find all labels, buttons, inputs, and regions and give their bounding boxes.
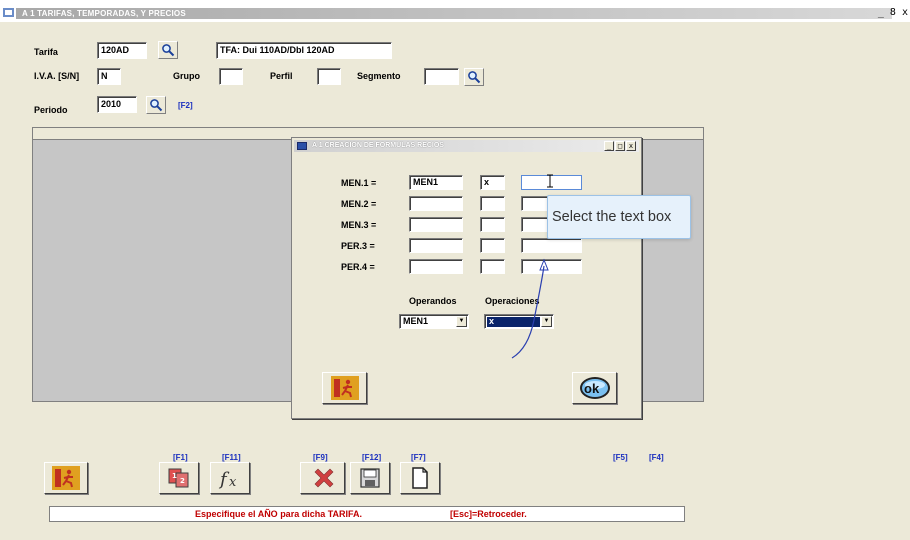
exit-icon bbox=[330, 376, 359, 400]
men2-operand1-input[interactable] bbox=[409, 196, 463, 211]
status-hint: [Esc]=Retroceder. bbox=[450, 509, 527, 519]
grupo-label: Grupo bbox=[173, 71, 200, 81]
iva-label: I.V.A. [S/N] bbox=[34, 71, 80, 81]
periodo-label: Periodo bbox=[34, 105, 68, 115]
dialog-titlebar: A 1 CREACION DE FORMULAS RECIOS _ □ x bbox=[294, 140, 639, 152]
operandos-selected: MEN1 bbox=[403, 316, 429, 326]
search-icon bbox=[162, 44, 175, 57]
status-message: Especifique el AÑO para dicha TARIFA. bbox=[195, 509, 363, 519]
exit-icon bbox=[52, 466, 80, 490]
row-label-men2: MEN.2 = bbox=[341, 199, 377, 209]
operandos-select[interactable]: MEN1 ▼ bbox=[399, 314, 469, 329]
fkey-f4: [F4] bbox=[649, 453, 664, 462]
men3-operation-input[interactable] bbox=[480, 217, 505, 232]
tarifa-search-button[interactable] bbox=[158, 41, 178, 59]
men1-operand1-input[interactable]: MEN1 bbox=[409, 175, 463, 190]
fkey-f12: [F12] bbox=[362, 453, 382, 462]
chevron-down-icon[interactable]: ▼ bbox=[456, 316, 467, 327]
delete-icon bbox=[314, 468, 333, 488]
new-document-button[interactable] bbox=[400, 462, 440, 494]
men3-operand1-input[interactable] bbox=[409, 217, 463, 232]
row-label-men3: MEN.3 = bbox=[341, 220, 377, 230]
save-button[interactable] bbox=[350, 462, 390, 494]
app-icon bbox=[3, 8, 14, 17]
toolbar-exit-button[interactable] bbox=[44, 462, 88, 494]
title-bar: A 1 TARIFAS, TEMPORADAS, Y PRECIOS _ 8 x bbox=[0, 0, 910, 22]
tarifa-description-field[interactable]: TFA: Dui 110AD/Dbl 120AD bbox=[216, 42, 392, 59]
svg-text:2: 2 bbox=[180, 477, 185, 485]
close-icon[interactable]: x bbox=[626, 141, 636, 151]
function-icon: f x bbox=[218, 469, 237, 490]
svg-text:1: 1 bbox=[172, 472, 177, 480]
iva-input[interactable]: N bbox=[97, 68, 121, 85]
dialog-title: A 1 CREACION DE FORMULAS RECIOS bbox=[312, 142, 444, 149]
exit-button[interactable] bbox=[322, 372, 367, 404]
svg-text:x: x bbox=[229, 475, 237, 490]
operaciones-selected: x bbox=[489, 316, 495, 326]
periodo-input[interactable]: 2010 bbox=[97, 96, 137, 113]
fkey-f9: [F9] bbox=[313, 453, 328, 462]
row-label-per4: PER.4 = bbox=[341, 262, 375, 272]
periodo-fkey: [F2] bbox=[178, 101, 193, 110]
tooltip: Select the text box bbox=[547, 195, 691, 239]
periodo-search-button[interactable] bbox=[146, 96, 166, 114]
pages-button[interactable]: 1 2 bbox=[159, 462, 199, 494]
pages-icon: 1 2 bbox=[168, 468, 189, 488]
segmento-input[interactable] bbox=[424, 68, 459, 85]
new-document-icon bbox=[412, 467, 428, 489]
dialog-app-icon bbox=[297, 142, 307, 150]
annotation-arrow bbox=[511, 258, 549, 359]
tarifa-label: Tarifa bbox=[34, 47, 58, 57]
men2-operation-input[interactable] bbox=[480, 196, 505, 211]
text-cursor-icon bbox=[547, 174, 553, 188]
per4-operand1-input[interactable] bbox=[409, 259, 463, 274]
per3-operand1-input[interactable] bbox=[409, 238, 463, 253]
segmento-search-button[interactable] bbox=[464, 68, 484, 86]
search-icon bbox=[150, 99, 163, 112]
minimize-icon[interactable]: _ bbox=[604, 141, 614, 151]
delete-button[interactable] bbox=[300, 462, 345, 494]
ok-label: ok bbox=[584, 381, 600, 396]
maximize-icon[interactable]: □ bbox=[615, 141, 625, 151]
fkey-f5: [F5] bbox=[613, 453, 628, 462]
formula-dialog: A 1 CREACION DE FORMULAS RECIOS _ □ x ME… bbox=[291, 137, 642, 419]
segmento-label: Segmento bbox=[357, 71, 401, 81]
row-label-men1: MEN.1 = bbox=[341, 178, 377, 188]
window-title: A 1 TARIFAS, TEMPORADAS, Y PRECIOS bbox=[22, 9, 186, 18]
ok-button[interactable]: ok bbox=[572, 372, 617, 404]
tarifa-input[interactable]: 120AD bbox=[97, 42, 147, 59]
fkey-f1: [F1] bbox=[173, 453, 188, 462]
fkey-f11: [F11] bbox=[222, 453, 241, 462]
floppy-disk-icon bbox=[360, 468, 380, 488]
fkey-f7: [F7] bbox=[411, 453, 426, 462]
men1-operation-input[interactable]: x bbox=[480, 175, 505, 190]
formula-button[interactable]: f x bbox=[210, 462, 250, 494]
window-controls[interactable]: _ 8 x bbox=[878, 7, 908, 18]
grupo-input[interactable] bbox=[219, 68, 243, 85]
status-bar: Especifique el AÑO para dicha TARIFA. [E… bbox=[49, 506, 685, 522]
row-label-per3: PER.3 = bbox=[341, 241, 375, 251]
perfil-input[interactable] bbox=[317, 68, 341, 85]
search-icon bbox=[468, 71, 481, 84]
perfil-label: Perfil bbox=[270, 71, 293, 81]
operandos-label: Operandos bbox=[409, 296, 457, 306]
